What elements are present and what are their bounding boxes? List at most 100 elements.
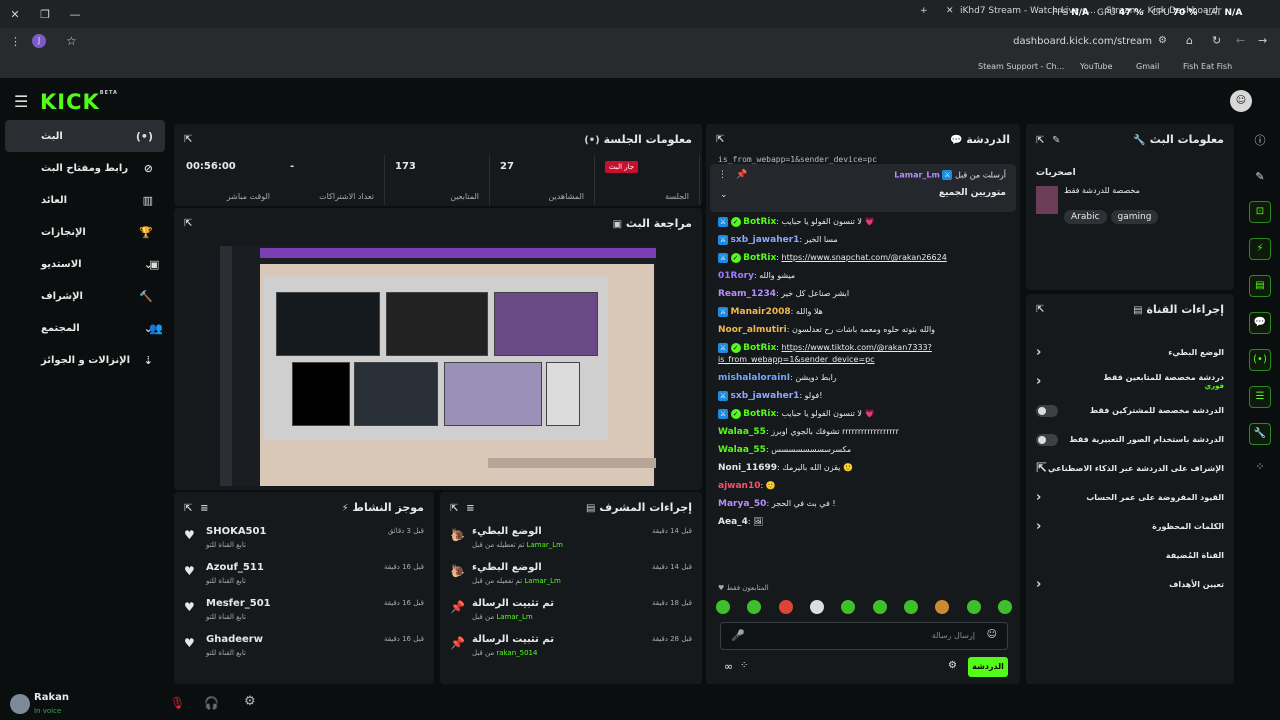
expand-icon[interactable]: ⇱ [1036,304,1044,315]
scan-icon[interactable]: ⊡ [1249,201,1271,223]
emote-1[interactable] [716,600,730,614]
mod-action-user[interactable]: rakan_5014 [496,649,537,657]
expand-icon[interactable]: ⇱ [450,503,458,514]
tab-close-icon[interactable]: ✕ [946,6,954,16]
gear-icon[interactable]: ⚙ [244,694,256,709]
chat-link[interactable]: https://www.snapchat.com/@rakan26624 [782,253,947,262]
chat-username[interactable]: Manair2008 [731,307,791,317]
dots-icon[interactable]: ⁘ [1240,460,1280,473]
chat-username[interactable]: BotRix [743,409,776,419]
chat-username[interactable]: Walaa_55 [718,427,766,437]
minimize-window-icon[interactable]: — [60,8,90,21]
toggle-switch[interactable] [1036,433,1058,446]
emote-4[interactable] [809,600,824,614]
mic-icon[interactable]: 🎤 [731,629,745,642]
channel-action-row[interactable]: الكلمات المحظورة › [1026,512,1234,541]
send-chat-button[interactable]: الدردشة [968,657,1008,677]
reload-icon[interactable]: ↻ [1212,34,1221,47]
expand-icon[interactable]: ⇱ [184,218,192,229]
chat-username[interactable]: Walaa_55 [718,445,766,455]
pencil-icon[interactable]: ✎ [1240,170,1280,183]
infinity-icon[interactable]: ∞ [724,660,733,673]
chat-username[interactable]: ajwan10 [718,481,760,491]
new-tab-icon[interactable]: + [920,6,928,16]
chevron-right-icon[interactable]: › [1036,519,1041,534]
bookmark-steam[interactable]: Steam Support - Ch... [978,62,1064,71]
chevron-right-icon[interactable]: › [1036,374,1041,389]
channel-action-row[interactable]: تعيين الأهداف › [1026,570,1234,599]
emote-3[interactable] [778,600,793,614]
sidebar-item-4[interactable]: ⌄ الاستديو ▣ [5,248,165,280]
sidebar-item-7[interactable]: ⇣ الإنزالات و الجوائز [5,344,165,376]
home-icon[interactable]: ⌂ [1186,34,1193,47]
chevron-right-icon[interactable]: › [1036,345,1041,360]
mod-action-user[interactable]: Lamar_Lm [527,541,563,549]
info-icon[interactable]: ⓘ [1240,132,1280,148]
chevron-right-icon[interactable]: › [1036,577,1041,592]
bolt-icon[interactable]: ⚡ [1249,238,1271,260]
chat-bubble-icon[interactable]: 💬 [1249,312,1271,334]
channel-action-row[interactable]: القيود المفروضة على عمر الحساب › [1026,483,1234,512]
sidebar-item-0[interactable]: (•) البث [5,120,165,152]
menu-dots-icon[interactable]: ⋮ [10,35,21,48]
tag-arabic[interactable]: Arabic [1064,210,1107,224]
list-icon[interactable]: ☰ [1249,386,1271,408]
site-settings-icon[interactable]: ⚙ [1158,35,1167,46]
filter-icon[interactable]: ≡ [200,503,208,514]
mod-action-user[interactable]: Lamar_Lm [496,613,532,621]
expand-icon[interactable]: ⇱ [716,134,724,145]
expand-icon[interactable]: ⇱ [184,503,192,514]
emote-2[interactable] [747,600,762,614]
chat-username[interactable]: sxb_jawaher1 [731,391,800,401]
emote-6[interactable] [872,600,887,614]
pinned-message[interactable]: ⋮ 📌 أرسلت من قبل ⚔ Lamar_Lm متوريين الجم… [710,164,1016,212]
sidebar-item-3[interactable]: 🏆 الإنجازات [5,216,165,248]
chat-username[interactable]: Marya_50 [718,499,766,509]
chat-username[interactable]: 01Rory [718,271,754,281]
chat-username[interactable]: BotRix [743,217,776,227]
emote-10[interactable] [997,600,1012,614]
url-field[interactable]: dashboard.kick.com/stream [1013,36,1152,47]
menu-dots-icon[interactable]: ⋮ [718,170,727,180]
sidebar-item-2[interactable]: ▥ العائد [5,184,165,216]
bookmark-youtube[interactable]: YouTube [1080,62,1113,71]
chat-input[interactable]: 🎤 إرسال رسالة ☺ [720,622,1008,650]
toggle-switch[interactable] [1036,404,1058,417]
external-link-icon[interactable]: ⇱ [1036,461,1047,476]
emote-9[interactable] [966,600,981,614]
stream-preview-video[interactable] [220,246,656,486]
sidebar-item-extra-icon[interactable]: ▣ [149,258,159,271]
gear-icon[interactable]: ⚙ [948,660,957,671]
chat-username[interactable]: sxb_jawaher1 [731,235,800,245]
chat-username[interactable]: Noor_almutiri [718,325,787,335]
tag-gaming[interactable]: gaming [1110,210,1159,224]
user-avatar[interactable]: ☺ [1230,90,1252,112]
channel-action-row[interactable]: دردشة مخصصة للمتابعين فقط فوري › [1026,367,1234,396]
sidebar-item-6[interactable]: ⌄ المجتمع 👥 [5,312,165,344]
edit-icon[interactable]: ✎ [1052,135,1060,146]
live-icon[interactable]: (•) [1249,349,1271,371]
emote-8[interactable] [935,600,950,614]
sidebar-item-5[interactable]: 🔨 الإشراف [5,280,165,312]
headphones-muted-icon[interactable]: 🎧 [204,696,219,710]
hamburger-menu-icon[interactable]: ☰ [14,92,28,111]
bookmark-fisheatfish[interactable]: Fish Eat Fish [1183,62,1232,71]
chat-username[interactable]: Ream_1234 [718,289,776,299]
chat-username[interactable]: Noni_11699 [718,463,777,473]
forward-icon[interactable]: → [1258,34,1267,47]
chevron-right-icon[interactable]: › [1036,490,1041,505]
emote-7[interactable] [903,600,918,614]
mod-action-user[interactable]: Lamar_Lm [524,577,560,585]
close-window-icon[interactable]: ✕ [0,8,30,21]
channel-action-row[interactable]: الدردشة مخصصة للمشتركين فقط [1026,396,1234,425]
wrench-icon[interactable]: 🔧 [1249,423,1271,445]
pin-icon[interactable]: 📌 [736,170,747,180]
bookmark-star-icon[interactable]: ☆ [66,34,77,48]
filter-icon[interactable]: ≡ [466,503,474,514]
expand-icon[interactable]: ⇱ [184,134,192,145]
chat-username[interactable]: mishalalorainI [718,373,790,383]
bookmark-gmail[interactable]: Gmail [1136,62,1159,71]
sidebar-item-1[interactable]: ⊘ رابط ومفتاح البث [5,152,165,184]
chat-username[interactable]: BotRix [743,253,776,263]
sidebar-item-extra-icon[interactable]: 👥 [149,322,163,335]
